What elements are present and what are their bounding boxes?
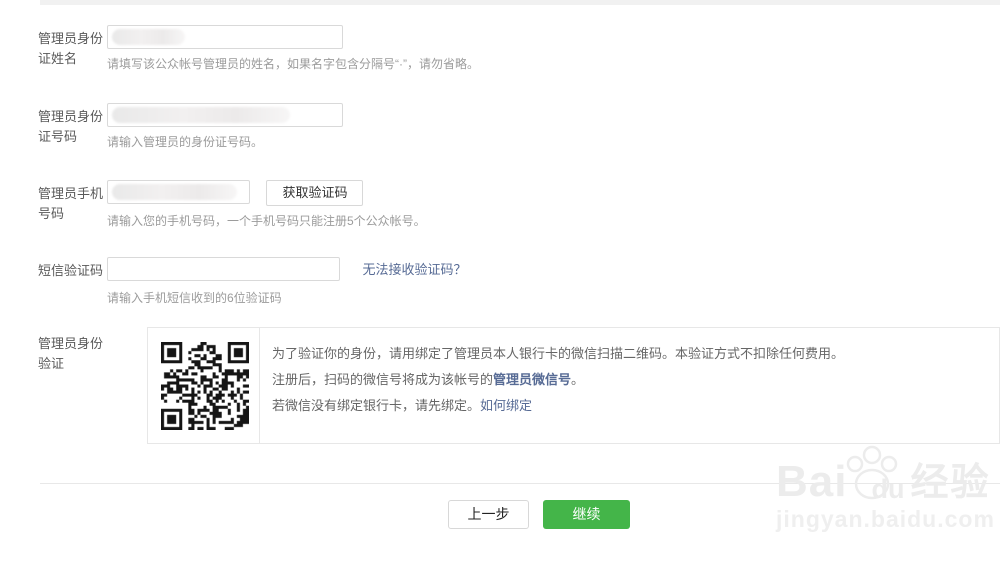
admin-id-label: 管理员身份证号码 bbox=[38, 107, 110, 147]
verify-instruction-line1: 为了验证你的身份，请用绑定了管理员本人银行卡的微信扫描二维码。本验证方式不扣除任… bbox=[272, 341, 983, 367]
sms-code-input-wrap bbox=[107, 257, 340, 281]
admin-phone-label: 管理员手机号码 bbox=[38, 184, 110, 224]
footer-divider bbox=[40, 483, 1000, 484]
admin-phone-input[interactable] bbox=[107, 180, 250, 204]
admin-name-label: 管理员身份证姓名 bbox=[38, 29, 110, 69]
verify-line2-suffix: 。 bbox=[571, 372, 584, 387]
admin-phone-input-wrap bbox=[107, 180, 250, 204]
watermark-bai-text: Bai bbox=[776, 462, 847, 502]
watermark-du-text: du bbox=[871, 477, 904, 502]
admin-name-helper: 请填写该公众帐号管理员的姓名，如果名字包含分隔号“·”，请勿省略。 bbox=[107, 56, 479, 72]
sms-code-label: 短信验证码 bbox=[38, 261, 110, 281]
admin-wechat-link[interactable]: 管理员微信号 bbox=[493, 372, 571, 387]
previous-step-button[interactable]: 上一步 bbox=[448, 500, 529, 529]
get-verification-code-button[interactable]: 获取验证码 bbox=[266, 180, 363, 206]
admin-id-input-wrap bbox=[107, 103, 343, 127]
verify-line3-prefix: 若微信没有绑定银行卡，请先绑定。 bbox=[272, 398, 480, 413]
qr-panel-divider bbox=[259, 328, 260, 443]
verify-instruction-line2: 注册后，扫码的微信号将成为该帐号的管理员微信号。 bbox=[272, 367, 983, 393]
continue-button[interactable]: 继续 bbox=[543, 500, 630, 529]
baidu-jingyan-watermark: Bai du 经验 jingyan.baidu.com bbox=[776, 444, 1000, 533]
registration-page: 管理员身份证姓名 请填写该公众帐号管理员的姓名，如果名字包含分隔号“·”，请勿省… bbox=[0, 0, 1000, 565]
admin-name-input-wrap bbox=[107, 25, 343, 49]
top-divider bbox=[40, 0, 1000, 5]
qr-verify-panel: 为了验证你的身份，请用绑定了管理员本人银行卡的微信扫描二维码。本验证方式不扣除任… bbox=[147, 327, 1000, 444]
identity-verify-label: 管理员身份验证 bbox=[38, 334, 110, 374]
verify-instruction-line3: 若微信没有绑定银行卡，请先绑定。如何绑定 bbox=[272, 393, 983, 419]
wechat-qr-code bbox=[161, 342, 249, 430]
admin-phone-helper: 请输入您的手机号码，一个手机号码只能注册5个公众帐号。 bbox=[107, 213, 426, 229]
how-to-bind-link[interactable]: 如何绑定 bbox=[480, 398, 532, 413]
sms-code-helper: 请输入手机短信收到的6位验证码 bbox=[107, 290, 466, 306]
admin-name-input[interactable] bbox=[107, 25, 343, 49]
watermark-url: jingyan.baidu.com bbox=[776, 506, 1000, 533]
verify-line2-prefix: 注册后，扫码的微信号将成为该帐号的 bbox=[272, 372, 493, 387]
admin-id-input[interactable] bbox=[107, 103, 343, 127]
sms-code-input[interactable] bbox=[107, 257, 340, 281]
admin-id-helper: 请输入管理员的身份证号码。 bbox=[107, 134, 343, 150]
cannot-receive-code-link[interactable]: 无法接收验证码？ bbox=[362, 257, 466, 283]
baidu-paw-icon bbox=[845, 444, 899, 502]
